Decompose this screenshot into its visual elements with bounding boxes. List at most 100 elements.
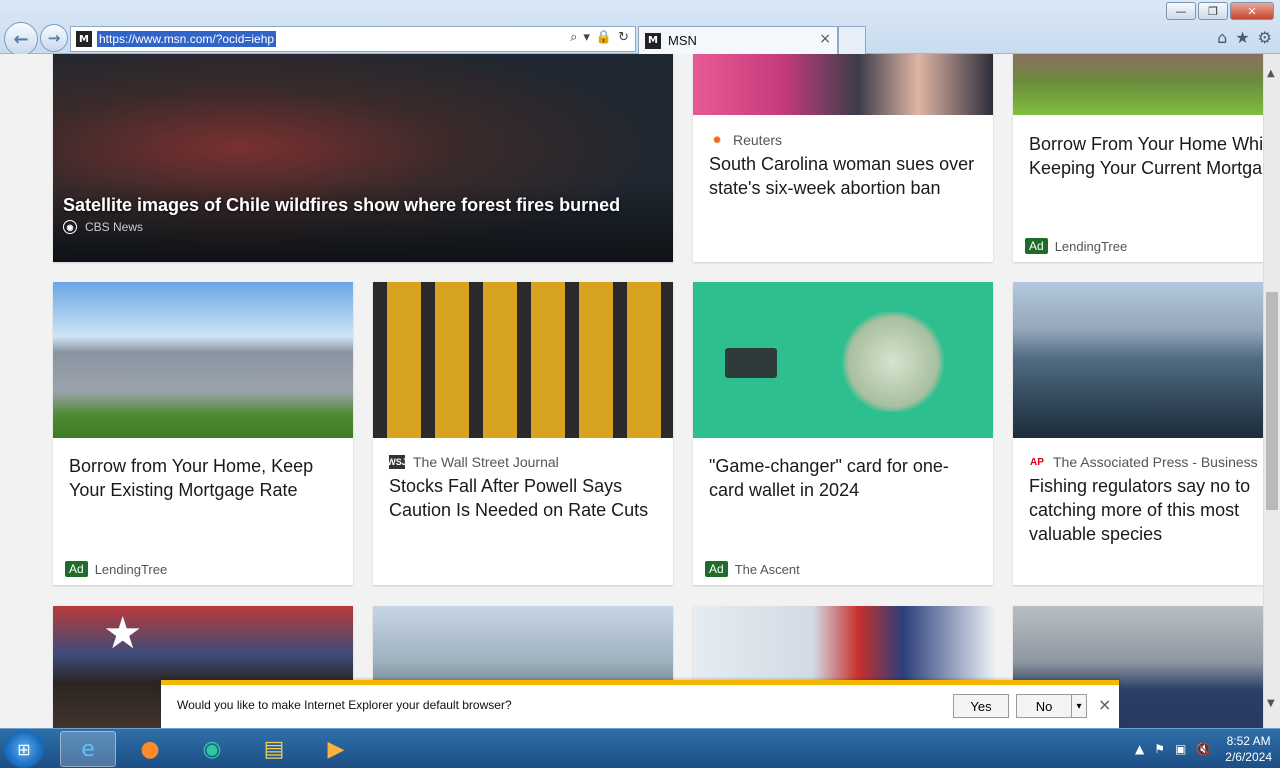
firefox-icon: ● bbox=[140, 736, 160, 762]
construction-equipment-image bbox=[373, 282, 673, 438]
windows-taskbar: ⊞ e ● ◉ ▤ ▶ ▲ ⚑ ▣ 🔇 8:52 AM 2/6/2024 bbox=[0, 728, 1280, 768]
msn-page: Satellite images of Chile wildfires show… bbox=[0, 54, 1263, 728]
notification-close-icon[interactable]: × bbox=[1098, 695, 1111, 714]
back-button[interactable]: ← bbox=[4, 22, 38, 56]
card-body: Borrow from Your Home, Keep Your Existin… bbox=[69, 454, 343, 502]
address-bar-icons: ⌕ ▾ 🔒 ↻ bbox=[570, 30, 629, 45]
card-headline[interactable]: Stocks Fall After Powell Says Caution Is… bbox=[389, 474, 663, 522]
card-lendingtree-ad-2[interactable]: Borrow from Your Home, Keep Your Existin… bbox=[53, 282, 353, 585]
forward-arrow-icon: → bbox=[47, 29, 61, 47]
advertiser-name: The Ascent bbox=[734, 561, 800, 577]
notification-message: Would you like to make Internet Explorer… bbox=[177, 698, 512, 712]
close-window-button[interactable]: ✕ bbox=[1230, 2, 1274, 20]
search-icon[interactable]: ⌕ bbox=[570, 30, 577, 45]
scroll-thumb[interactable] bbox=[1266, 292, 1278, 510]
network-icon[interactable]: ▣ bbox=[1175, 742, 1186, 756]
card-headline[interactable]: Fishing regulators say no to catching mo… bbox=[1029, 474, 1259, 546]
ad-badge: Ad bbox=[705, 561, 728, 577]
card-headline[interactable]: Borrow from Your Home, Keep Your Existin… bbox=[69, 454, 343, 502]
ad-badge: Ad bbox=[1025, 238, 1048, 254]
dropdown-icon[interactable]: ▾ bbox=[583, 30, 590, 45]
card-body: WSJ The Wall Street Journal Stocks Fall … bbox=[387, 454, 663, 522]
maximize-button[interactable]: ❐ bbox=[1198, 2, 1228, 20]
action-center-flag-icon[interactable]: ⚑ bbox=[1154, 742, 1165, 756]
tab-msn[interactable]: M MSN × bbox=[638, 26, 838, 54]
settings-gear-icon[interactable]: ⚙ bbox=[1258, 28, 1272, 47]
card-headline[interactable]: South Carolina woman sues over state's s… bbox=[709, 152, 983, 200]
windows-logo-icon: ⊞ bbox=[17, 739, 31, 759]
credit-card-shape bbox=[725, 348, 777, 378]
card-body: AP The Associated Press - Business Fishi… bbox=[1029, 454, 1263, 546]
browser-titlebar: ← → M https://www.msn.com/?ocid=iehp ⌕ ▾… bbox=[0, 0, 1280, 56]
card-ascent-ad[interactable]: "Game-changer" card for one-card wallet … bbox=[693, 282, 993, 585]
cash-pile-shape bbox=[838, 312, 948, 412]
house-image bbox=[53, 282, 353, 438]
card-body: Borrow From Your Home While Keeping Your… bbox=[1029, 132, 1263, 180]
card-headline[interactable]: "Game-changer" card for one-card wallet … bbox=[709, 454, 983, 502]
start-button[interactable]: ⊞ bbox=[4, 730, 44, 768]
taskbar-media-player[interactable]: ▶ bbox=[308, 731, 364, 767]
taskbar-edge[interactable]: ◉ bbox=[184, 731, 240, 767]
advertiser-name: LendingTree bbox=[1054, 238, 1128, 254]
scroll-down-icon[interactable]: ▼ bbox=[1267, 698, 1275, 709]
back-arrow-icon: ← bbox=[13, 28, 29, 50]
media-player-icon: ▶ bbox=[327, 736, 345, 762]
card-image bbox=[693, 54, 993, 115]
taskbar-internet-explorer[interactable]: e bbox=[60, 731, 116, 767]
star-shape-icon: ★ bbox=[103, 608, 143, 659]
hero-source-name: CBS News bbox=[85, 220, 144, 234]
source-name: The Associated Press - Business bbox=[1053, 454, 1258, 470]
no-dropdown-icon[interactable]: ▾ bbox=[1071, 694, 1087, 718]
clock-time: 8:52 AM bbox=[1226, 734, 1271, 748]
tab-title: MSN bbox=[668, 33, 697, 48]
lock-icon[interactable]: 🔒 bbox=[596, 30, 612, 45]
ad-row: Ad LendingTree bbox=[1025, 238, 1127, 254]
edge-icon: ◉ bbox=[202, 736, 222, 762]
default-browser-notification: Would you like to make Internet Explorer… bbox=[161, 680, 1119, 728]
clock-date: 2/6/2024 bbox=[1225, 750, 1272, 764]
vertical-scrollbar[interactable]: ▲ ▼ bbox=[1263, 54, 1280, 728]
minimize-button[interactable]: — bbox=[1166, 2, 1196, 20]
yes-button[interactable]: Yes bbox=[953, 694, 1009, 718]
fishing-image bbox=[1013, 282, 1263, 438]
hero-card-chile[interactable]: Satellite images of Chile wildfires show… bbox=[53, 54, 673, 262]
source-row: ✺ Reuters bbox=[709, 132, 983, 148]
no-button[interactable]: No bbox=[1016, 694, 1072, 718]
ad-row: Ad The Ascent bbox=[705, 561, 800, 577]
card-body: "Game-changer" card for one-card wallet … bbox=[709, 454, 983, 502]
source-name: Reuters bbox=[733, 132, 783, 148]
ie-icon: e bbox=[81, 736, 95, 762]
cbs-logo-icon: ◉ bbox=[63, 220, 77, 234]
volume-muted-icon[interactable]: 🔇 bbox=[1196, 742, 1211, 756]
home-icon[interactable]: ⌂ bbox=[1217, 28, 1227, 47]
card-abortion-ban[interactable]: ✺ Reuters South Carolina woman sues over… bbox=[693, 54, 993, 262]
hero-headline[interactable]: Satellite images of Chile wildfires show… bbox=[63, 195, 620, 216]
card-fishing-regulators[interactable]: AP The Associated Press - Business Fishi… bbox=[1013, 282, 1263, 585]
taskbar-file-explorer[interactable]: ▤ bbox=[246, 731, 302, 767]
folder-icon: ▤ bbox=[263, 736, 285, 762]
card-lendingtree-ad-1[interactable]: Borrow From Your Home While Keeping Your… bbox=[1013, 54, 1263, 262]
forward-button[interactable]: → bbox=[40, 24, 68, 52]
card-image bbox=[1013, 54, 1263, 115]
advertiser-name: LendingTree bbox=[94, 561, 168, 577]
wsj-logo-icon: WSJ bbox=[387, 455, 407, 469]
hero-source: ◉ CBS News bbox=[63, 220, 143, 234]
browser-toolbar: ⌂ ★ ⚙ bbox=[1217, 28, 1272, 47]
window-controls: — ❐ ✕ bbox=[1166, 2, 1274, 20]
address-bar[interactable]: M https://www.msn.com/?ocid=iehp ⌕ ▾ 🔒 ↻ bbox=[70, 26, 636, 52]
tab-close-icon[interactable]: × bbox=[819, 31, 831, 47]
show-hidden-icons-icon[interactable]: ▲ bbox=[1135, 742, 1144, 756]
msn-tab-icon: M bbox=[645, 32, 661, 49]
taskbar-firefox[interactable]: ● bbox=[122, 731, 178, 767]
system-clock[interactable]: 8:52 AM 2/6/2024 bbox=[1225, 733, 1272, 765]
card-headline[interactable]: Borrow From Your Home While Keeping Your… bbox=[1029, 132, 1263, 180]
credit-card-image bbox=[693, 282, 993, 438]
scroll-up-icon[interactable]: ▲ bbox=[1267, 68, 1275, 79]
refresh-icon[interactable]: ↻ bbox=[618, 30, 629, 45]
reuters-logo-icon: ✺ bbox=[713, 134, 721, 145]
favorites-star-icon[interactable]: ★ bbox=[1235, 28, 1249, 47]
new-tab-button[interactable] bbox=[838, 26, 866, 54]
url-text[interactable]: https://www.msn.com/?ocid=iehp bbox=[97, 31, 277, 47]
source-row: WSJ The Wall Street Journal bbox=[387, 454, 663, 470]
card-stocks-powell[interactable]: WSJ The Wall Street Journal Stocks Fall … bbox=[373, 282, 673, 585]
